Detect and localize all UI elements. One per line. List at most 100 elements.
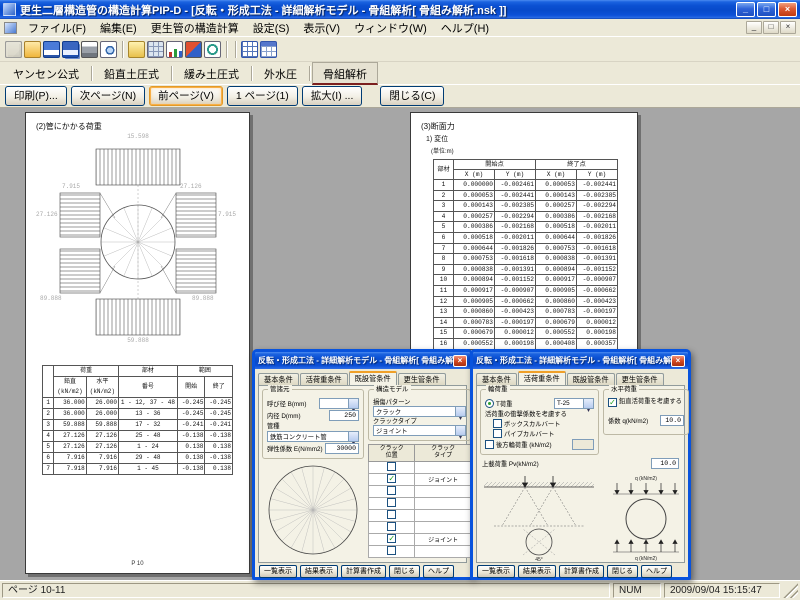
crack-checkbox[interactable]: ✓ <box>387 534 396 543</box>
report-icon[interactable] <box>166 41 183 58</box>
print-preview-icon[interactable] <box>100 41 117 58</box>
child-minimize-button[interactable]: _ <box>746 21 762 34</box>
method-tab-external-water[interactable]: 外水圧 <box>254 63 307 84</box>
dialog-button[interactable]: 結果表示 <box>518 565 556 578</box>
tab-liner-pipe-conditions[interactable]: 更生管条件 <box>398 373 446 385</box>
crack-checkbox[interactable] <box>387 510 396 519</box>
method-tab-frame-analysis[interactable]: 骨組解析 <box>312 62 378 85</box>
crack-type-cell[interactable] <box>415 462 472 474</box>
delete-icon[interactable] <box>5 41 22 58</box>
crack-type-cell[interactable]: ジョイント <box>415 534 472 546</box>
close-preview-button[interactable]: 閉じる(C) <box>380 86 444 106</box>
save-file-icon[interactable] <box>43 41 60 58</box>
horizontal-load-input[interactable]: 10.0 <box>660 415 684 426</box>
menu-item[interactable]: ヘルプ(H) <box>434 18 496 38</box>
next-page-button[interactable]: 次ページ(N) <box>71 86 145 106</box>
method-tab-loosening-earth[interactable]: 緩み土圧式 <box>174 63 249 84</box>
crack-checkbox[interactable] <box>387 522 396 531</box>
table-view-icon[interactable] <box>241 41 258 58</box>
menu-item[interactable]: ウィンドウ(W) <box>347 18 434 38</box>
prev-page-button[interactable]: 前ページ(V) <box>149 86 223 106</box>
zoom-button[interactable]: 拡大(I) ... <box>302 86 363 106</box>
tab-live-load-conditions[interactable]: 活荷重条件 <box>300 373 348 385</box>
calc-condition-icon[interactable] <box>147 41 164 58</box>
surcharge-input[interactable]: 10.0 <box>651 458 679 469</box>
crack-checkbox[interactable] <box>387 486 396 495</box>
dialog-button[interactable]: ヘルプ <box>423 565 454 578</box>
tab-basic-conditions[interactable]: 基本条件 <box>258 373 299 385</box>
cell: 16 <box>434 338 454 349</box>
crack-checkbox[interactable]: ✓ <box>387 474 396 483</box>
menu-item[interactable]: ファイル(F) <box>21 18 93 38</box>
menu-item[interactable]: 表示(V) <box>296 18 347 38</box>
dialog-close-button[interactable]: × <box>453 355 467 367</box>
crack-type-select[interactable]: ジョイント <box>373 425 466 436</box>
dialog-button[interactable]: 計算書作成 <box>559 565 604 578</box>
crack-type-cell[interactable] <box>415 522 472 534</box>
dialog-button[interactable]: 閉じる <box>389 565 420 578</box>
tab-existing-pipe-conditions[interactable]: 既設管条件 <box>567 373 615 385</box>
crack-type-cell[interactable] <box>415 498 472 510</box>
dialog-close-button[interactable]: × <box>671 355 685 367</box>
cell <box>369 522 415 534</box>
box-culvert-checkbox[interactable] <box>493 419 502 428</box>
exec-analysis-icon[interactable] <box>185 41 202 58</box>
dialog-button[interactable]: 計算書作成 <box>341 565 386 578</box>
inner-diameter-input[interactable]: 250 <box>329 410 359 421</box>
dialog-title-bar[interactable]: 反転・形成工法 - 詳細解析モデル - 骨組解析[ 骨組み解析.nsk ] × <box>255 352 470 369</box>
menu-item[interactable]: 設定(S) <box>246 18 297 38</box>
rear-wheel-input[interactable] <box>572 439 594 450</box>
elastic-modulus-input[interactable]: 30000 <box>325 443 359 454</box>
crack-checkbox[interactable] <box>387 498 396 507</box>
dialog-button[interactable]: 一覧表示 <box>477 565 515 578</box>
crack-type-cell[interactable] <box>415 486 472 498</box>
close-button[interactable]: × <box>778 2 797 17</box>
restore-button[interactable]: □ <box>757 2 776 17</box>
crack-type-cell[interactable] <box>415 546 472 558</box>
damage-pattern-select[interactable]: クラック <box>373 406 466 417</box>
child-restore-button[interactable]: □ <box>763 21 779 34</box>
dialog-live-load-conditions: 反転・形成工法 - 詳細解析モデル - 骨組解析[ 骨組み解析.nsk ] × … <box>470 349 691 580</box>
one-page-button[interactable]: 1 ページ(1) <box>227 86 298 106</box>
minimize-button[interactable]: _ <box>736 2 755 17</box>
cell: 0.000783 <box>454 317 495 328</box>
t-load-class-select[interactable]: T-25 <box>554 398 594 409</box>
dialog-button[interactable]: ヘルプ <box>641 565 672 578</box>
menu-item[interactable]: 更生管の構造計算 <box>144 18 246 38</box>
t-load-radio[interactable] <box>485 399 494 408</box>
frame-analysis-icon[interactable] <box>260 41 277 58</box>
pipe-type-select[interactable]: 鉄筋コンクリート管 <box>267 431 359 442</box>
tab-existing-pipe-conditions[interactable]: 既設管条件 <box>349 371 397 385</box>
dialog-button[interactable]: 結果表示 <box>300 565 338 578</box>
child-close-button[interactable]: × <box>780 21 796 34</box>
model-view-icon[interactable] <box>204 41 221 58</box>
crack-type-cell[interactable] <box>415 510 472 522</box>
rear-wheel-checkbox[interactable] <box>485 440 494 449</box>
print-icon[interactable] <box>81 41 98 58</box>
crack-type-cell[interactable]: ジョイント <box>415 474 472 486</box>
export-icon[interactable] <box>128 41 145 58</box>
tab-liner-pipe-conditions[interactable]: 更生管条件 <box>616 373 664 385</box>
cell: 0.000860 <box>536 296 577 307</box>
open-file-icon[interactable] <box>24 41 41 58</box>
title-bar[interactable]: 更生二層構造管の構造計算PIP-D - [反転・形成工法 - 詳細解析モデル -… <box>0 0 800 19</box>
vertical-live-load-checkbox[interactable]: ✓ <box>608 398 617 407</box>
cell: 5 <box>43 442 54 453</box>
tab-live-load-conditions[interactable]: 活荷重条件 <box>518 371 566 385</box>
tab-basic-conditions[interactable]: 基本条件 <box>476 373 517 385</box>
save-all-icon[interactable] <box>62 41 79 58</box>
window-title: 更生二層構造管の構造計算PIP-D - [反転・形成工法 - 詳細解析モデル -… <box>20 2 734 18</box>
cell: 17 - 32 <box>118 420 177 431</box>
nominal-diameter-select[interactable] <box>319 398 359 409</box>
print-button[interactable]: 印刷(P)... <box>5 86 67 106</box>
method-tab-vertical-earth[interactable]: 鉛直土圧式 <box>94 63 169 84</box>
resize-grip[interactable] <box>783 583 798 598</box>
crack-checkbox[interactable] <box>387 546 396 555</box>
menu-item[interactable]: 編集(E) <box>93 18 144 38</box>
dialog-button[interactable]: 一覧表示 <box>259 565 297 578</box>
dialog-button[interactable]: 閉じる <box>607 565 638 578</box>
pipe-culvert-checkbox[interactable] <box>493 429 502 438</box>
dialog-title-bar[interactable]: 反転・形成工法 - 詳細解析モデル - 骨組解析[ 骨組み解析.nsk ] × <box>473 352 688 369</box>
crack-checkbox[interactable] <box>387 462 396 471</box>
method-tab-jansen[interactable]: ヤンセン公式 <box>3 63 89 84</box>
